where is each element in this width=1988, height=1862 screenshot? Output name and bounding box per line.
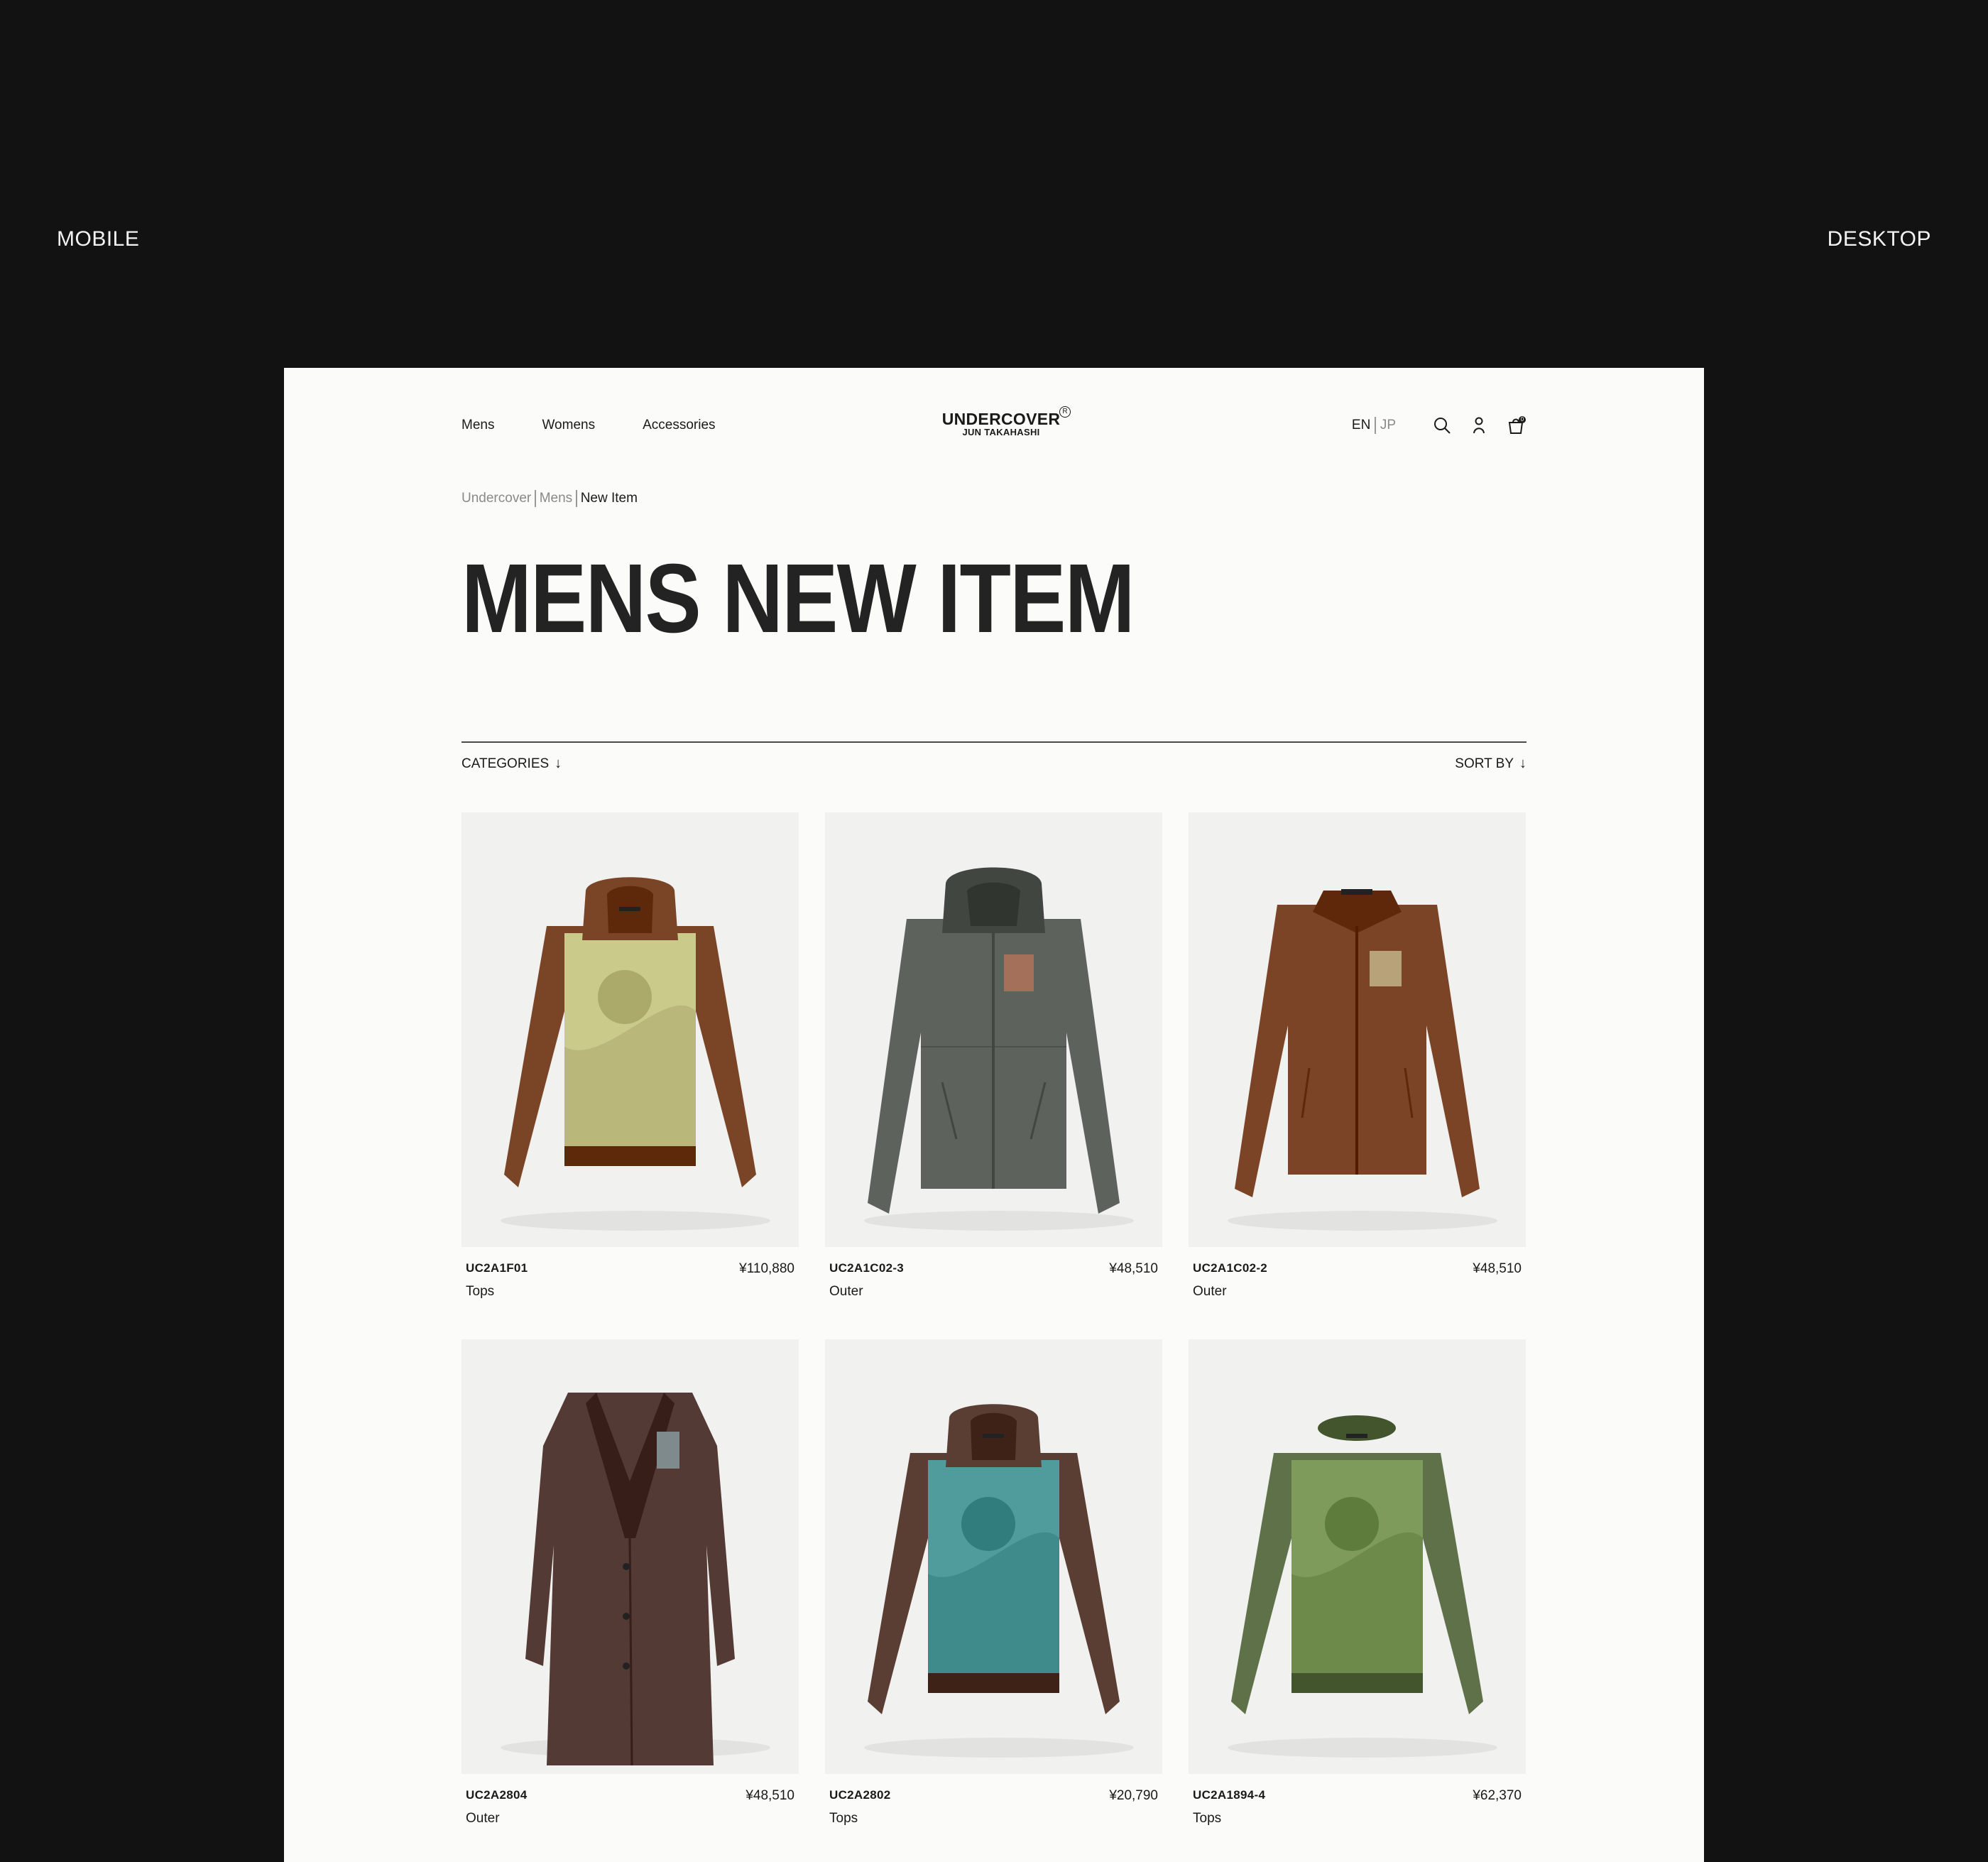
- cart-count: 0: [1520, 416, 1524, 423]
- lang-divider: [1375, 417, 1376, 434]
- nav-accessories[interactable]: Accessories: [643, 418, 715, 433]
- cart-icon[interactable]: 0: [1505, 415, 1526, 436]
- garment-illustration: [864, 867, 1134, 1231]
- site-header: Mens Womens Accessories UNDERCOVER R JUN…: [462, 396, 1526, 453]
- mobile-toggle[interactable]: MOBILE: [57, 227, 139, 251]
- registered-mark: R: [1059, 406, 1071, 418]
- nav-mens[interactable]: Mens: [462, 418, 494, 433]
- garment-illustration: [1228, 1415, 1497, 1758]
- product-price: ¥48,510: [746, 1788, 794, 1803]
- product-info: UC2A1C02-3 ¥48,510 Outer: [825, 1247, 1162, 1332]
- product-category: Outer: [829, 1284, 863, 1299]
- header-utilities: EN JP 0: [1352, 413, 1526, 437]
- logo-wordmark: UNDERCOVER: [941, 410, 1061, 428]
- product-code: UC2A1C02-3: [829, 1261, 905, 1275]
- product-price: ¥48,510: [1109, 1261, 1158, 1276]
- breadcrumb-divider: [576, 490, 577, 507]
- product-image[interactable]: [825, 812, 1162, 1247]
- breadcrumb: Undercover Mens New Item: [462, 490, 1526, 507]
- product-category: Outer: [1193, 1284, 1227, 1299]
- product-info: UC2A1F01 ¥110,880 Tops: [462, 1247, 799, 1332]
- page-title: MENS NEW ITEM: [462, 544, 1135, 653]
- breadcrumb-mens[interactable]: Mens: [540, 491, 572, 506]
- product-card[interactable]: UC2A2802 ¥20,790 Tops: [825, 1339, 1162, 1862]
- product-category: Tops: [829, 1811, 858, 1826]
- product-card[interactable]: UC2A2804 ¥48,510 Outer: [462, 1339, 799, 1862]
- lang-en[interactable]: EN: [1352, 418, 1370, 433]
- desktop-toggle[interactable]: DESKTOP: [1828, 227, 1931, 251]
- lang-jp[interactable]: JP: [1380, 418, 1396, 433]
- account-icon[interactable]: [1468, 415, 1490, 436]
- breadcrumb-undercover[interactable]: Undercover: [462, 491, 531, 506]
- product-category: Outer: [466, 1811, 500, 1826]
- desktop-preview-frame: Mens Womens Accessories UNDERCOVER R JUN…: [284, 368, 1704, 1862]
- product-card[interactable]: UC2A1894-4 ¥62,370 Tops: [1189, 1339, 1526, 1862]
- garment-illustration: [1228, 889, 1497, 1231]
- logo-subtitle: JUN TAKAHASHI: [962, 427, 1040, 437]
- breadcrumb-divider: [535, 490, 536, 507]
- product-price: ¥62,370: [1473, 1788, 1522, 1803]
- product-image[interactable]: [825, 1339, 1162, 1774]
- product-image[interactable]: [1189, 812, 1526, 1247]
- breadcrumb-current: New Item: [580, 491, 638, 506]
- product-info: UC2A1894-4 ¥62,370 Tops: [1189, 1774, 1526, 1859]
- search-icon[interactable]: [1431, 415, 1453, 436]
- product-card[interactable]: UC2A1C02-2 ¥48,510 Outer: [1189, 812, 1526, 1339]
- filter-bar: CATEGORIES ↓ SORT BY ↓: [462, 741, 1526, 785]
- product-price: ¥48,510: [1473, 1261, 1522, 1276]
- product-price: ¥110,880: [739, 1261, 794, 1276]
- product-info: UC2A2804 ¥48,510 Outer: [462, 1774, 799, 1859]
- categories-label: CATEGORIES: [462, 756, 550, 771]
- product-code: UC2A2802: [829, 1788, 891, 1802]
- product-info: UC2A1C02-2 ¥48,510 Outer: [1189, 1247, 1526, 1332]
- sort-by-button[interactable]: SORT BY ↓: [1455, 756, 1526, 772]
- categories-filter-button[interactable]: CATEGORIES ↓: [462, 756, 562, 772]
- arrow-down-icon: ↓: [555, 756, 562, 771]
- product-info: UC2A2802 ¥20,790 Tops: [825, 1774, 1162, 1859]
- product-image[interactable]: [462, 1339, 799, 1774]
- garment-illustration: [501, 1393, 770, 1766]
- garment-illustration: [501, 877, 770, 1231]
- product-image[interactable]: [1189, 1339, 1526, 1774]
- product-grid: UC2A1F01 ¥110,880 Tops UC2A1C02-3 ¥48,51…: [462, 812, 1526, 1862]
- brand-logo[interactable]: UNDERCOVER R JUN TAKAHASHI: [930, 406, 1072, 437]
- product-code: UC2A1F01: [466, 1261, 528, 1275]
- main-nav: Mens Womens Accessories: [462, 418, 763, 433]
- product-code: UC2A1C02-2: [1193, 1261, 1268, 1275]
- product-code: UC2A2804: [466, 1788, 528, 1802]
- language-switch: EN JP: [1352, 417, 1396, 434]
- product-image[interactable]: [462, 812, 799, 1247]
- product-code: UC2A1894-4: [1193, 1788, 1266, 1802]
- product-category: Tops: [466, 1284, 495, 1299]
- sort-label: SORT BY: [1455, 756, 1514, 771]
- product-category: Tops: [1193, 1811, 1222, 1826]
- product-card[interactable]: UC2A1F01 ¥110,880 Tops: [462, 812, 799, 1339]
- garment-illustration: [864, 1404, 1134, 1758]
- product-card[interactable]: UC2A1C02-3 ¥48,510 Outer: [825, 812, 1162, 1339]
- product-price: ¥20,790: [1109, 1788, 1158, 1803]
- nav-womens[interactable]: Womens: [542, 418, 595, 433]
- arrow-down-icon: ↓: [1519, 756, 1526, 771]
